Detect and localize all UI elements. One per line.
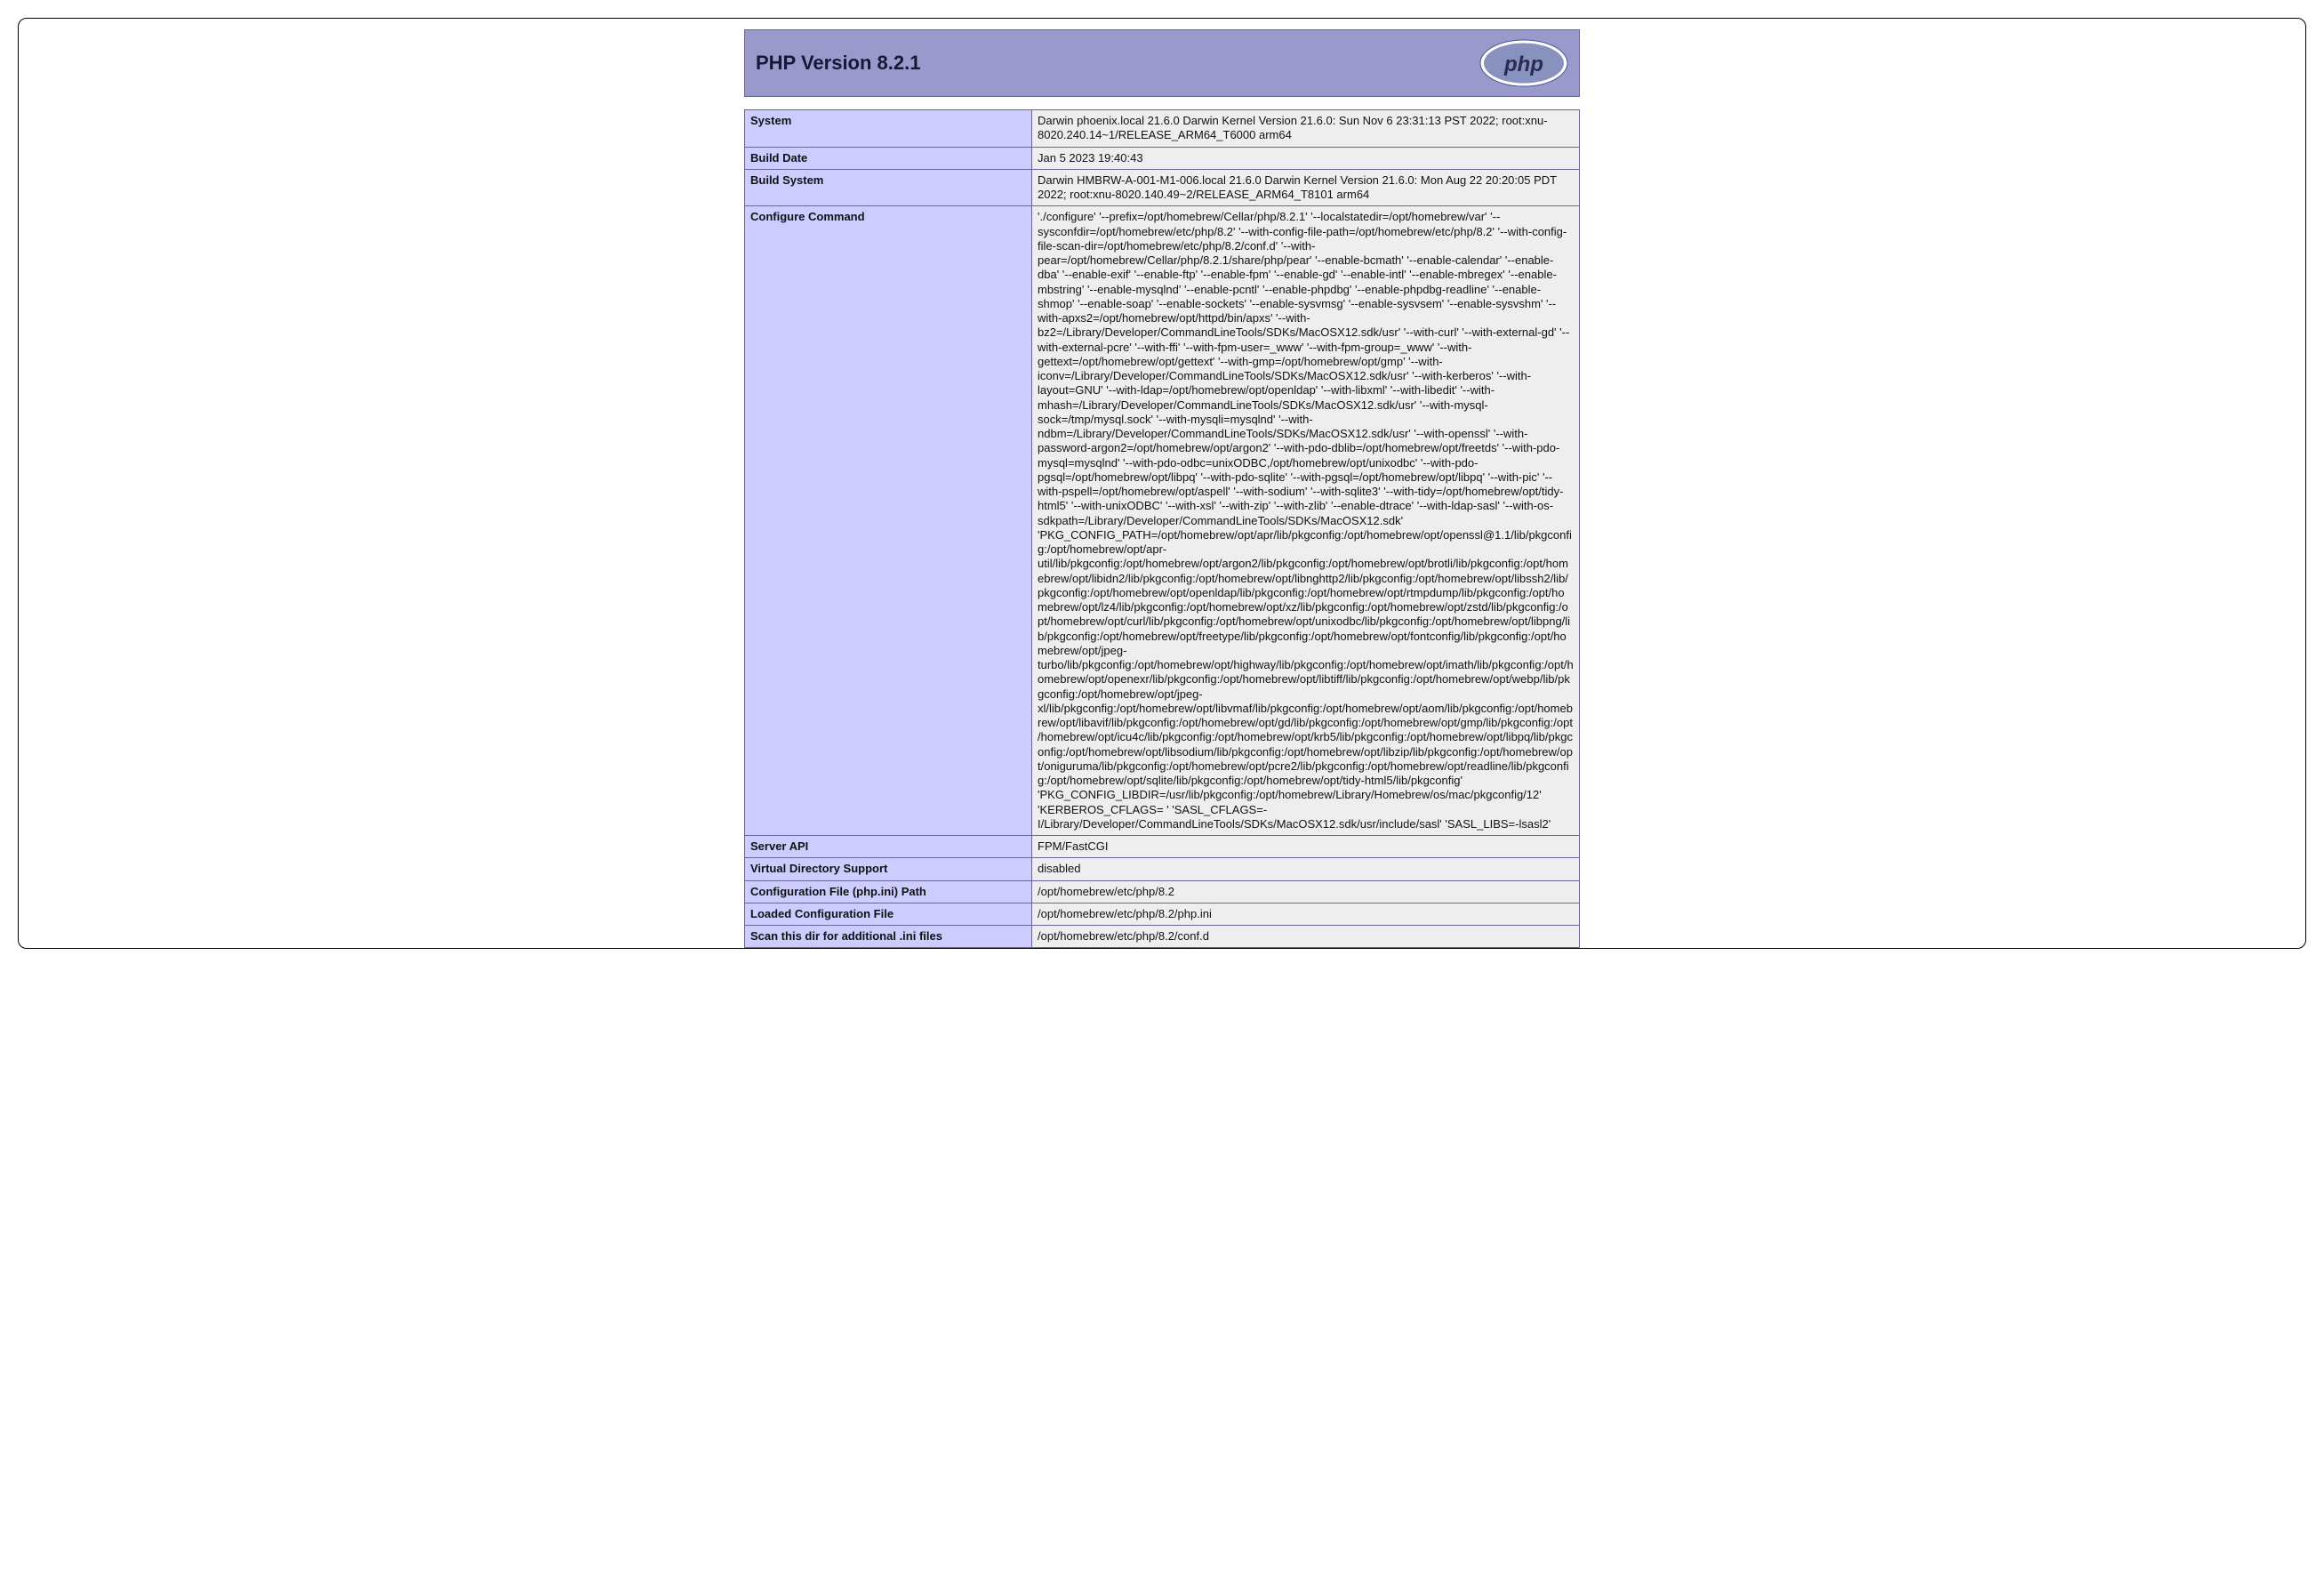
table-row: Scan this dir for additional .ini files/… [745, 926, 1580, 948]
table-cell-value: Jan 5 2023 19:40:43 [1032, 147, 1580, 169]
table-row: Configuration File (php.ini) Path/opt/ho… [745, 880, 1580, 903]
table-row: Configure Command'./configure' '--prefix… [745, 206, 1580, 836]
table-cell-key: Build System [745, 169, 1032, 206]
table-cell-value: Darwin phoenix.local 21.6.0 Darwin Kerne… [1032, 110, 1580, 148]
table-cell-key: Configuration File (php.ini) Path [745, 880, 1032, 903]
phpinfo-page: PHP Version 8.2.1 php SystemDarwin phoen… [744, 29, 1580, 948]
table-cell-key: Configure Command [745, 206, 1032, 836]
table-cell-key: Loaded Configuration File [745, 903, 1032, 925]
table-row: Server APIFPM/FastCGI [745, 836, 1580, 858]
page-title: PHP Version 8.2.1 [756, 52, 920, 75]
table-cell-value: disabled [1032, 858, 1580, 880]
table-row: Build SystemDarwin HMBRW-A-001-M1-006.lo… [745, 169, 1580, 206]
svg-text:php: php [1503, 52, 1543, 76]
table-cell-value: FPM/FastCGI [1032, 836, 1580, 858]
table-cell-key: Scan this dir for additional .ini files [745, 926, 1032, 948]
table-row: Virtual Directory Supportdisabled [745, 858, 1580, 880]
table-cell-key: Build Date [745, 147, 1032, 169]
table-cell-key: Server API [745, 836, 1032, 858]
php-logo-icon: php [1479, 39, 1568, 87]
table-cell-key: System [745, 110, 1032, 148]
phpinfo-header: PHP Version 8.2.1 php [744, 29, 1580, 97]
table-cell-key: Virtual Directory Support [745, 858, 1032, 880]
phpinfo-table-body: SystemDarwin phoenix.local 21.6.0 Darwin… [745, 110, 1580, 948]
table-row: SystemDarwin phoenix.local 21.6.0 Darwin… [745, 110, 1580, 148]
table-cell-value: /opt/homebrew/etc/php/8.2 [1032, 880, 1580, 903]
table-cell-value: './configure' '--prefix=/opt/homebrew/Ce… [1032, 206, 1580, 836]
table-cell-value: /opt/homebrew/etc/php/8.2/php.ini [1032, 903, 1580, 925]
phpinfo-table: SystemDarwin phoenix.local 21.6.0 Darwin… [744, 109, 1580, 948]
table-row: Loaded Configuration File/opt/homebrew/e… [745, 903, 1580, 925]
window-frame: PHP Version 8.2.1 php SystemDarwin phoen… [18, 18, 2306, 949]
table-cell-value: /opt/homebrew/etc/php/8.2/conf.d [1032, 926, 1580, 948]
table-cell-value: Darwin HMBRW-A-001-M1-006.local 21.6.0 D… [1032, 169, 1580, 206]
table-row: Build DateJan 5 2023 19:40:43 [745, 147, 1580, 169]
